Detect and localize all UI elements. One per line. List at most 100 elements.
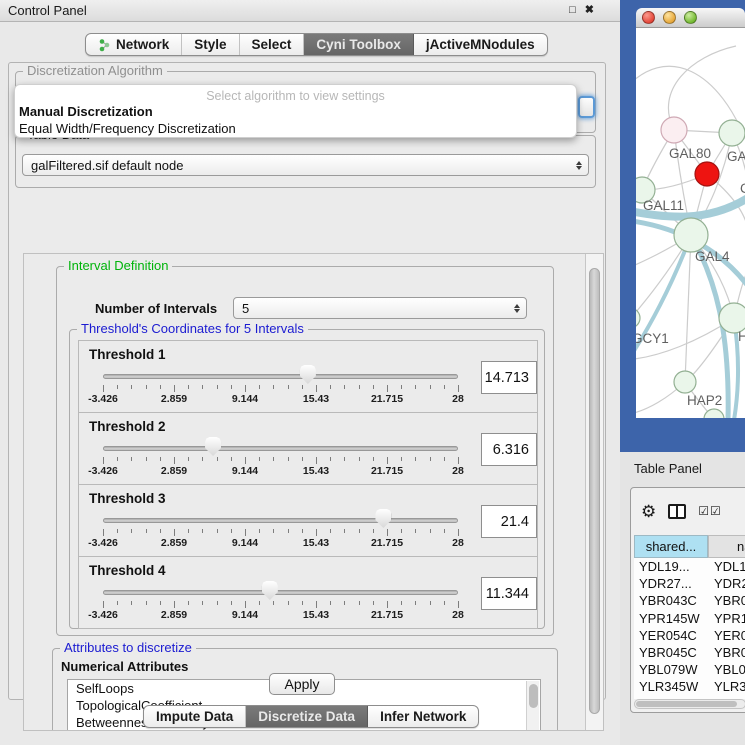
thresholds-group-title: Threshold's Coordinates for 5 Intervals	[77, 322, 308, 336]
table-data-combo[interactable]: galFiltered.sif default node	[22, 154, 589, 176]
slider-tick-label: 2.859	[142, 465, 206, 477]
number-of-intervals-combo[interactable]: 5	[233, 297, 527, 319]
column-header-name[interactable]: na	[708, 535, 745, 558]
slider-tick-mark	[458, 529, 459, 536]
float-window-icon[interactable]: □	[569, 5, 576, 16]
table-row[interactable]: YDR27...YDR2	[634, 575, 745, 592]
slider-tick-mark	[103, 601, 104, 608]
gear-icon[interactable]: ⚙	[641, 503, 656, 520]
node-label-gal4: GAL4	[695, 249, 730, 264]
slider-tick-label: 28	[426, 537, 490, 549]
slider-tick-label: 2.859	[142, 537, 206, 549]
column-header-shared-name[interactable]: shared...	[634, 535, 708, 558]
panel-vertical-scrollbar[interactable]	[585, 254, 603, 731]
slider-tick-mark	[330, 385, 331, 389]
minimize-traffic-light-icon[interactable]	[663, 11, 676, 24]
node-label-ga: GA	[727, 149, 745, 164]
zoom-traffic-light-icon[interactable]	[684, 11, 697, 24]
slider-tick-mark	[373, 385, 374, 389]
slider-tick-mark	[316, 385, 317, 392]
network-window-titlebar[interactable]	[636, 8, 745, 28]
mode-tab-label: Infer Network	[380, 709, 466, 724]
node-gcy1[interactable]	[636, 308, 640, 328]
slider-tick-mark	[231, 457, 232, 461]
scrollbar-thumb[interactable]	[529, 684, 538, 708]
threshold-slider-thumb[interactable]	[300, 365, 316, 384]
slider-tick-label: 15.43	[284, 537, 348, 549]
slider-tick-mark	[430, 601, 431, 605]
table-row[interactable]: YLR345WYLR3	[634, 678, 745, 695]
threshold-slider-track[interactable]	[103, 518, 458, 523]
tab-cyni-toolbox[interactable]: Cyni Toolbox	[304, 34, 414, 55]
slider-tick-mark	[117, 457, 118, 461]
slider-tick-mark	[273, 601, 274, 605]
attributes-list-scrollbar[interactable]	[526, 681, 539, 731]
table-horizontal-scrollbar[interactable]	[634, 699, 745, 709]
tab-select[interactable]: Select	[240, 34, 305, 55]
slider-tick-mark	[117, 385, 118, 389]
checkbox-icons[interactable]: ☑☑	[698, 504, 722, 518]
slider-tick-mark	[316, 457, 317, 464]
table-row[interactable]: YBR045CYBR0	[634, 644, 745, 661]
threshold-slider-thumb[interactable]	[205, 437, 221, 456]
threshold-value-field[interactable]: 11.344	[481, 577, 537, 610]
slider-tick-mark	[444, 601, 445, 605]
table-row[interactable]: YDL19...YDL1	[634, 558, 745, 575]
node-gal80[interactable]	[661, 117, 687, 143]
slider-tick-label: 9.144	[213, 609, 277, 621]
threshold-value-field[interactable]: 6.316	[481, 433, 537, 466]
slider-tick-mark	[373, 601, 374, 605]
node-ga[interactable]	[719, 120, 745, 146]
slider-tick-mark	[259, 601, 260, 605]
slider-tick-mark	[316, 601, 317, 608]
slider-tick-mark	[202, 601, 203, 605]
threshold-slider-track[interactable]	[103, 374, 458, 379]
slider-tick-mark	[359, 529, 360, 533]
table-data-group: Table Data galFiltered.sif default node	[15, 135, 596, 188]
numerical-attributes-label: Numerical Attributes	[61, 659, 188, 674]
tab-jactivemnodules[interactable]: jActiveMNodules	[414, 34, 547, 55]
network-view-canvas[interactable]: GAL80GACGAL11GAL4GCY1HHAP2	[636, 28, 745, 418]
table-row[interactable]: YBR043CYBR0	[634, 592, 745, 609]
slider-tick-label: 15.43	[284, 609, 348, 621]
mode-tab-impute-data[interactable]: Impute Data	[144, 706, 246, 727]
threshold-slider-thumb[interactable]	[262, 581, 278, 600]
slider-tick-mark	[415, 385, 416, 389]
table-row[interactable]: YPR145WYPR1	[634, 610, 745, 627]
threshold-value-field[interactable]: 21.4	[481, 505, 537, 538]
algorithm-option-equal-width-frequency-discretization[interactable]: Equal Width/Frequency Discretization	[18, 121, 574, 136]
algorithm-combo-focus-ring[interactable]	[578, 96, 595, 118]
slider-tick-mark	[273, 529, 274, 533]
slider-tick-mark	[188, 385, 189, 389]
node-selected-red[interactable]	[695, 162, 719, 186]
threshold-slider-track[interactable]	[103, 590, 458, 595]
scrollbar-thumb[interactable]	[636, 701, 737, 707]
slider-tick-mark	[131, 385, 132, 389]
algorithm-option-manual-discretization[interactable]: Manual Discretization	[18, 104, 574, 119]
scrollbar-thumb[interactable]	[589, 268, 600, 714]
tab-style[interactable]: Style	[182, 34, 239, 55]
threshold-value-field[interactable]: 14.713	[481, 361, 537, 394]
slider-tick-mark	[273, 385, 274, 389]
apply-button[interactable]: Apply	[269, 673, 335, 695]
close-icon[interactable]: ✖	[585, 5, 594, 16]
node-hap2[interactable]	[674, 371, 696, 393]
slider-tick-label: 28	[426, 393, 490, 405]
tab-network[interactable]: Network	[86, 34, 182, 55]
mode-tab-label: Impute Data	[156, 709, 233, 724]
table-row[interactable]: YER054CYER0	[634, 627, 745, 644]
slider-tick-mark	[245, 601, 246, 608]
mode-tab-discretize-data[interactable]: Discretize Data	[246, 706, 368, 727]
table-row[interactable]: YBL079WYBL0	[634, 661, 745, 678]
table-cell-name: YBR0	[708, 593, 745, 608]
slider-tick-mark	[217, 601, 218, 605]
split-view-icon[interactable]	[668, 504, 686, 519]
table-cell-name: YDR2	[708, 576, 745, 591]
threshold-slider-track[interactable]	[103, 446, 458, 451]
mode-tab-infer-network[interactable]: Infer Network	[368, 706, 478, 727]
node-label-gal11: GAL11	[643, 198, 684, 213]
slider-tick-mark	[401, 385, 402, 389]
threshold-slider-thumb[interactable]	[375, 509, 391, 528]
close-traffic-light-icon[interactable]	[642, 11, 655, 24]
node-gal4[interactable]	[674, 218, 708, 252]
